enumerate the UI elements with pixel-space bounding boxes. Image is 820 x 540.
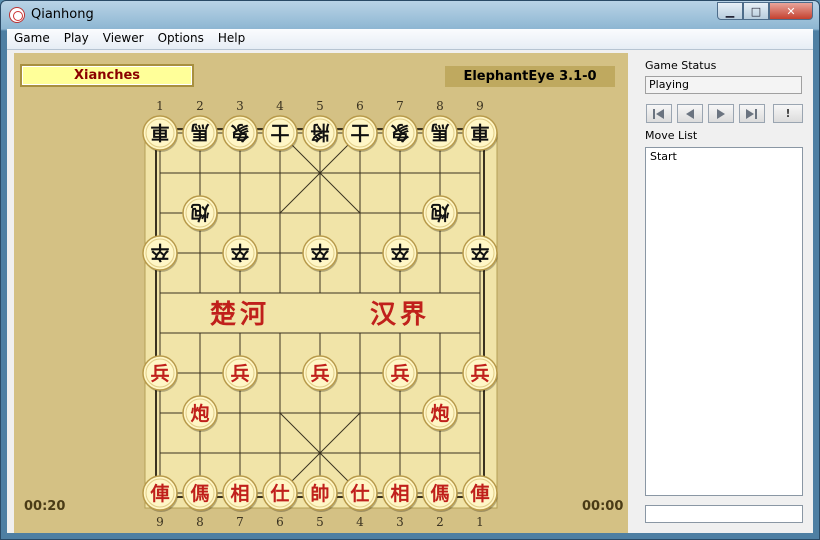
prev-move-button[interactable]: [677, 104, 703, 123]
client-area: Xianches ElephantEye 3.1-0 00:20 00:00 1…: [7, 50, 813, 533]
comment-field[interactable]: [645, 505, 803, 523]
menu-play[interactable]: Play: [57, 29, 96, 49]
file-label-bottom: 9: [156, 515, 164, 529]
piece-glyph: 車: [150, 121, 169, 144]
piece-glyph: 士: [350, 121, 369, 143]
file-label-bottom: 7: [236, 515, 244, 529]
prev-icon: [686, 108, 694, 119]
piece-glyph: 帥: [310, 482, 329, 505]
file-label-top: 9: [476, 99, 484, 113]
file-label-bottom: 6: [276, 515, 284, 529]
file-label-bottom: 5: [316, 515, 324, 529]
river-text-right: 汉界: [370, 300, 430, 330]
next-move-button[interactable]: [708, 104, 734, 123]
file-label-top: 3: [236, 99, 244, 113]
side-panel: Game Status Playing ! Move List Start: [635, 50, 813, 533]
piece-glyph: 士: [270, 121, 289, 143]
piece-glyph: 兵: [310, 363, 329, 385]
piece-glyph: 卒: [470, 241, 489, 264]
piece-glyph: 仕: [349, 482, 369, 505]
piece-glyph: 相: [230, 483, 249, 505]
move-list-label: Move List: [645, 129, 698, 142]
piece-glyph: 傌: [430, 482, 449, 505]
file-label-top: 2: [196, 99, 204, 113]
file-label-bottom: 1: [476, 515, 484, 529]
file-label-top: 5: [316, 99, 324, 113]
file-label-top: 1: [156, 99, 164, 113]
last-move-button[interactable]: [739, 104, 765, 123]
menu-viewer[interactable]: Viewer: [96, 29, 151, 49]
piece-glyph: 車: [470, 121, 489, 144]
river-text-left: 楚河: [210, 300, 270, 330]
file-label-top: 7: [396, 99, 404, 113]
file-label-top: 8: [436, 99, 444, 113]
minimize-icon: ▁: [725, 4, 735, 18]
piece-glyph: 卒: [150, 241, 169, 264]
menu-game[interactable]: Game: [7, 29, 57, 49]
menu-options[interactable]: Options: [151, 29, 211, 49]
piece-glyph: 馬: [430, 121, 449, 143]
piece-glyph: 俥: [469, 482, 489, 505]
first-move-button[interactable]: [646, 104, 672, 123]
title-bar[interactable]: Qianhong ▁ □ ✕: [1, 1, 819, 29]
board-panel: Xianches ElephantEye 3.1-0 00:20 00:00 1…: [14, 53, 628, 533]
piece-glyph: 炮: [190, 201, 209, 224]
window-controls: ▁ □ ✕: [717, 2, 813, 20]
main-window: Qianhong ▁ □ ✕ Game Play Viewer Options …: [0, 0, 820, 540]
menu-help[interactable]: Help: [211, 29, 252, 49]
maximize-button[interactable]: □: [743, 2, 769, 20]
piece-glyph: 俥: [149, 482, 169, 505]
piece-glyph: 兵: [230, 363, 249, 385]
last-icon: [746, 108, 757, 119]
file-label-bottom: 4: [356, 515, 364, 529]
first-icon: [653, 108, 664, 119]
piece-glyph: 卒: [310, 241, 329, 264]
game-status-label: Game Status: [645, 59, 717, 72]
xiangqi-board[interactable]: 1 2 3 4 5 6 7 8 99 8 7 6 5 4 3 2 1 楚河 汉界 車馬象士將士象馬車炮 炮卒卒卒卒卒…: [14, 53, 628, 533]
piece-glyph: 象: [390, 121, 409, 144]
file-label-bottom: 8: [196, 515, 204, 529]
piece-glyph: 馬: [190, 121, 209, 143]
piece-glyph: 相: [390, 483, 409, 505]
piece-glyph: 炮: [190, 402, 209, 425]
maximize-icon: □: [750, 4, 762, 18]
hint-button[interactable]: !: [773, 104, 803, 123]
game-status-field: Playing: [645, 76, 802, 94]
piece-glyph: 象: [230, 121, 249, 144]
piece-glyph: 卒: [230, 241, 249, 264]
file-label-top: 6: [356, 99, 364, 113]
menu-bar: Game Play Viewer Options Help: [7, 29, 813, 50]
next-icon: [717, 108, 725, 119]
close-button[interactable]: ✕: [769, 2, 813, 20]
close-icon: ✕: [786, 4, 796, 18]
piece-glyph: 兵: [150, 363, 169, 385]
piece-glyph: 傌: [190, 482, 209, 505]
minimize-button[interactable]: ▁: [717, 2, 743, 20]
window-title: Qianhong: [31, 7, 94, 22]
move-list-item[interactable]: Start: [650, 150, 798, 163]
piece-glyph: 兵: [470, 363, 489, 385]
piece-glyph: 將: [310, 121, 329, 144]
piece-glyph: 仕: [269, 482, 289, 505]
piece-glyph: 兵: [390, 363, 409, 385]
file-label-bottom: 3: [396, 515, 404, 529]
piece-glyph: 炮: [430, 402, 449, 425]
app-icon: [9, 7, 25, 23]
piece-glyph: 炮: [430, 201, 449, 224]
piece-glyph: 卒: [390, 241, 409, 264]
file-label-top: 4: [276, 99, 284, 113]
file-label-bottom: 2: [436, 515, 444, 529]
move-list[interactable]: Start: [645, 147, 803, 496]
